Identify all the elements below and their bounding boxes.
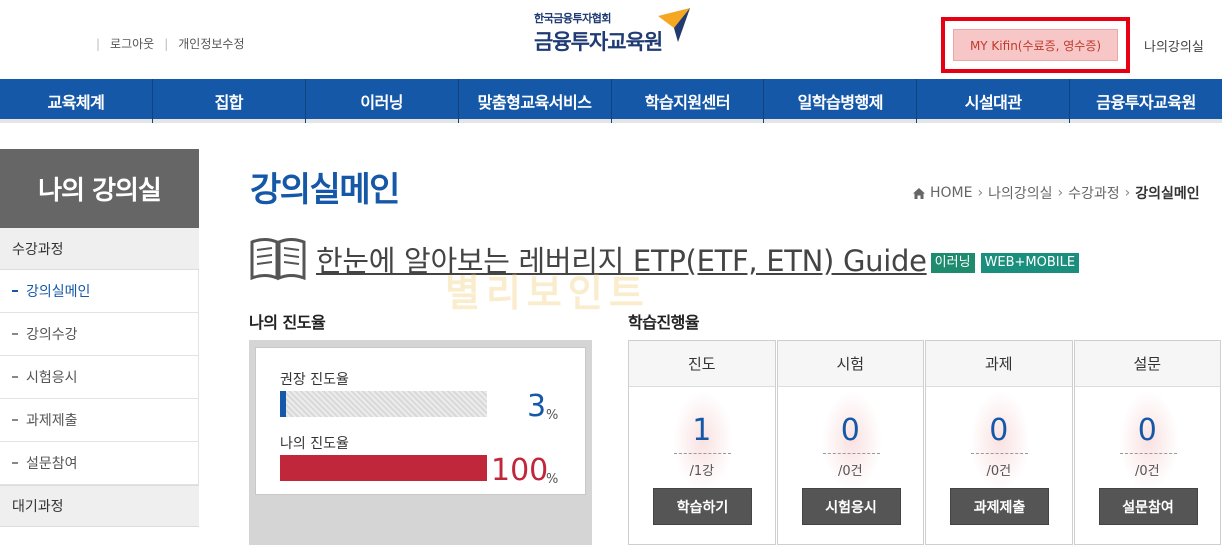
breadcrumb-current: 강의실메인 [1135, 186, 1200, 202]
sidebar-item-label: 시험응시 [26, 370, 78, 386]
stat-denominator: /0건 [1134, 464, 1160, 479]
top-header: | 로그아웃 | 개인정보수정 한국금융투자협회 금융투자교육원 MY Kifi… [0, 0, 1222, 79]
sidebar-category-enrolled[interactable]: 수강과정 [0, 228, 199, 270]
divider [674, 453, 731, 454]
logo[interactable]: 한국금융투자협회 금융투자교육원 [534, 6, 694, 58]
my-kifin-button[interactable]: MY Kifin(수료증, 영수증) [953, 29, 1118, 61]
stat-number: 0 [1137, 413, 1157, 448]
submit-assignment-button[interactable]: 과제제출 [950, 488, 1049, 525]
divider [971, 453, 1028, 454]
divider: | [164, 36, 169, 51]
nav-item-elearning[interactable]: 이러닝 [306, 79, 459, 123]
breadcrumb-enrolled[interactable]: 수강과정 [1068, 183, 1120, 203]
stat-denominator: /0건 [986, 464, 1012, 479]
breadcrumb-home[interactable]: HOME [930, 185, 972, 201]
logo-name: 금융투자교육원 [534, 30, 663, 54]
my-progress-unit: % [546, 472, 559, 487]
study-button[interactable]: 학습하기 [653, 488, 752, 525]
stat-head: 과제 [926, 341, 1072, 387]
nav-item-work-study[interactable]: 일학습병행제 [764, 79, 918, 123]
main-navigation: 교육체계 집합 이러닝 맞춤형교육서비스 학습지원센터 일학습병행제 시설대관 … [0, 79, 1222, 123]
stat-denominator: /1강 [689, 464, 715, 479]
breadcrumb: HOME › 나의강의실 › 수강과정 › 강의실메인 [912, 183, 1200, 203]
bullet-icon [12, 333, 18, 335]
my-progress-bar-label: 나의 진도율 [280, 436, 349, 452]
stat-card-assignment: 과제 0 /0건 과제제출 [925, 340, 1073, 545]
sidebar-item-label: 강의수강 [26, 327, 78, 343]
my-progress-label: 나의 진도율 [249, 313, 326, 332]
nav-item-custom-education[interactable]: 맞춤형교육서비스 [459, 79, 612, 123]
logo-mark-icon [658, 8, 690, 42]
progress-panel: 권장 진도율 3 % 나의 진도율 100 % [249, 340, 592, 545]
chevron-right-icon: › [1057, 185, 1064, 201]
stat-number: 0 [840, 413, 860, 448]
recommended-progress-value: 3 [527, 389, 547, 424]
stat-card-progress: 진도 1 /1강 학습하기 [628, 340, 776, 545]
my-progress-value: 100 [491, 453, 549, 488]
stat-number: 1 [692, 413, 712, 448]
chevron-right-icon: › [977, 185, 984, 201]
stat-denominator: /0건 [837, 464, 863, 479]
breadcrumb-my-classroom[interactable]: 나의강의실 [988, 183, 1052, 203]
sidebar-item-assignment[interactable]: 과제제출 [0, 399, 199, 442]
recommended-progress-label: 권장 진도율 [280, 372, 349, 388]
home-icon [913, 187, 925, 199]
recommended-progress-bar [280, 391, 487, 417]
my-kifin-highlight: MY Kifin(수료증, 영수증) [941, 17, 1130, 73]
stat-number: 0 [989, 413, 1009, 448]
learning-progress-label: 학습진행율 [628, 313, 700, 332]
sidebar: 나의 강의실 수강과정 강의실메인 강의수강 시험응시 과제제출 설문참여 대기… [0, 149, 199, 545]
stat-head: 설문 [1074, 341, 1220, 387]
edit-profile-link[interactable]: 개인정보수정 [178, 35, 244, 52]
platform-badge: WEB+MOBILE [980, 253, 1080, 273]
take-exam-button[interactable]: 시험응시 [801, 488, 901, 525]
sidebar-item-exam[interactable]: 시험응시 [0, 356, 199, 399]
recommended-progress-unit: % [546, 408, 559, 423]
divider [822, 453, 880, 454]
course-header: 한눈에 알아보는 레버리지 ETP(ETF, ETN) Guide 이러닝 WE… [248, 236, 1080, 282]
my-classroom-link[interactable]: 나의강의실 [1144, 36, 1204, 55]
sidebar-item-label: 설문참여 [26, 456, 78, 472]
chevron-right-icon: › [1124, 185, 1131, 201]
my-progress-bar [280, 455, 487, 481]
nav-item-curriculum[interactable]: 교육체계 [0, 79, 153, 123]
bullet-icon [12, 290, 18, 292]
utility-links: | 로그아웃 | 개인정보수정 [86, 35, 245, 52]
stat-head: 시험 [777, 341, 923, 387]
nav-item-facility-rental[interactable]: 시설대관 [917, 79, 1071, 123]
divider: | [96, 36, 101, 51]
sidebar-item-survey[interactable]: 설문참여 [0, 442, 199, 485]
nav-item-learning-support[interactable]: 학습지원센터 [612, 79, 765, 123]
logo-org: 한국금융투자협회 [534, 12, 611, 25]
logout-link[interactable]: 로그아웃 [110, 35, 154, 52]
page-title: 강의실메인 [250, 170, 400, 210]
stat-card-exam: 시험 0 /0건 시험응시 [776, 340, 924, 545]
sidebar-title: 나의 강의실 [0, 149, 199, 228]
stat-head: 진도 [629, 341, 775, 387]
book-icon [250, 238, 306, 281]
sidebar-item-lectures[interactable]: 강의수강 [0, 313, 199, 356]
sidebar-category-waiting[interactable]: 대기과정 [0, 485, 199, 527]
divider [1119, 453, 1177, 454]
nav-item-institute[interactable]: 금융투자교육원 [1070, 79, 1222, 123]
progress-card: 권장 진도율 3 % 나의 진도율 100 % [255, 347, 586, 495]
bullet-icon [12, 462, 18, 464]
sidebar-item-label: 강의실메인 [26, 284, 91, 300]
sidebar-item-classroom-main[interactable]: 강의실메인 [0, 270, 199, 313]
join-survey-button[interactable]: 설문참여 [1098, 488, 1198, 525]
learning-stats: 진도 1 /1강 학습하기 시험 0 /0건 시험응시 과제 0 /0건 과제제… [628, 340, 1222, 545]
recommended-progress-fill [280, 391, 287, 417]
course-title-link[interactable]: 한눈에 알아보는 레버리지 ETP(ETF, ETN) Guide [316, 238, 927, 280]
nav-item-offline[interactable]: 집합 [153, 79, 306, 123]
sidebar-item-label: 과제제출 [26, 413, 78, 429]
bullet-icon [12, 376, 18, 378]
my-progress-fill [280, 455, 487, 481]
bullet-icon [12, 419, 18, 421]
stat-card-survey: 설문 0 /0건 설문참여 [1073, 340, 1221, 545]
elearning-badge: 이러닝 [930, 253, 975, 273]
